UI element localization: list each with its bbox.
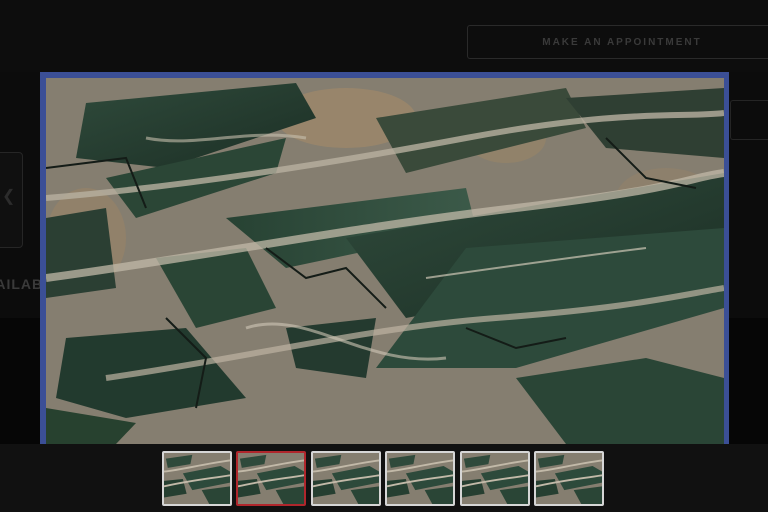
background-right-control <box>730 100 768 140</box>
thumbnail-4[interactable] <box>385 451 455 506</box>
make-appointment-button[interactable]: MAKE AN APPOINTMENT <box>467 25 768 59</box>
thumbnail-6[interactable] <box>534 451 604 506</box>
page: MAKE AN APPOINTMENT ❮ AVAILABLE <box>0 0 768 512</box>
thumbnail-1[interactable] <box>162 451 232 506</box>
thumbnail-3[interactable] <box>311 451 381 506</box>
slab-image <box>46 78 724 444</box>
thumbnail-image <box>387 453 453 504</box>
thumbnail-image <box>536 453 602 504</box>
thumbnail-2[interactable] <box>236 451 306 506</box>
slab-image-graphic <box>46 78 724 444</box>
thumbnail-image <box>238 453 304 504</box>
arrow-icon: ❮ <box>2 188 16 205</box>
thumbnail-bar <box>0 444 768 512</box>
thumbnail-image <box>164 453 230 504</box>
thumbnail-image <box>462 453 528 504</box>
thumbnail-5[interactable] <box>460 451 530 506</box>
thumbnail-image <box>313 453 379 504</box>
